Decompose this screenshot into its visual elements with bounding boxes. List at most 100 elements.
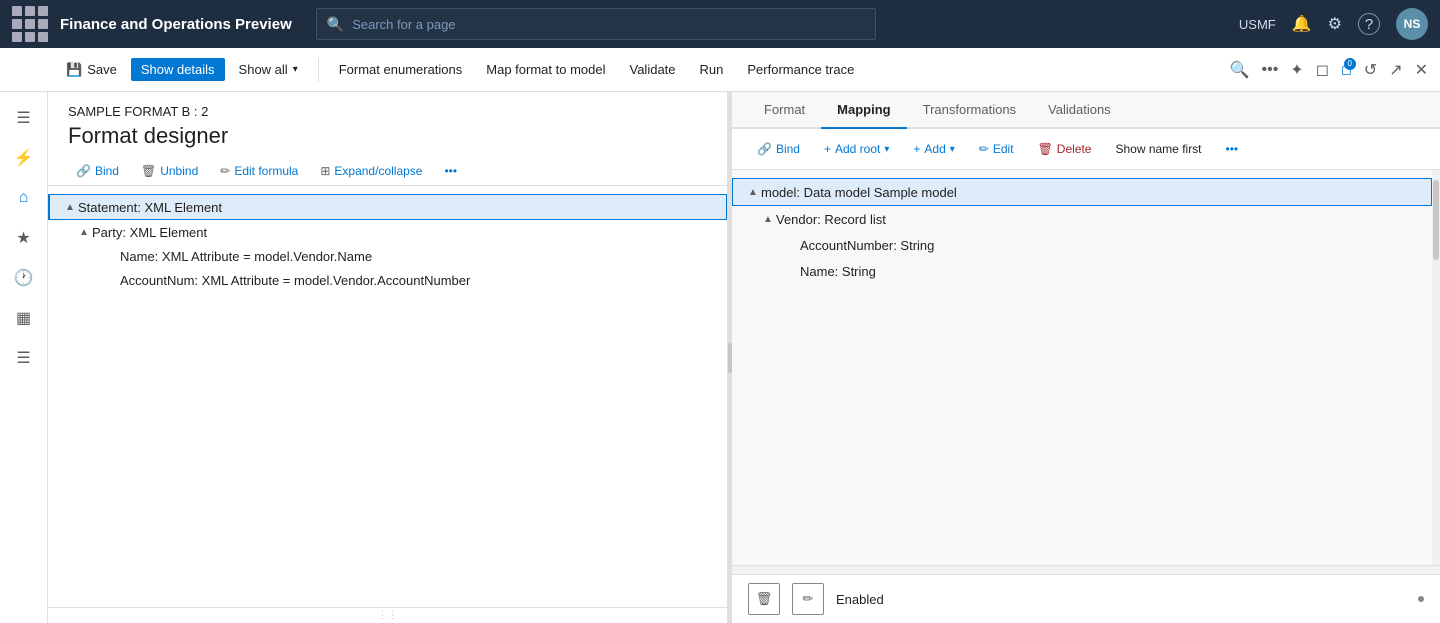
settings-icon[interactable]: ⚙ — [1328, 14, 1342, 34]
avatar[interactable]: NS — [1396, 8, 1428, 40]
search-bar[interactable]: 🔍 — [316, 8, 876, 40]
save-button[interactable]: 💾 Save — [56, 58, 127, 82]
refresh-icon[interactable]: ↺ — [1364, 60, 1377, 80]
open-external-icon[interactable]: ↗ — [1389, 60, 1402, 80]
more-dots-icon: ••• — [444, 164, 457, 178]
tree-toggle-icon — [104, 272, 120, 288]
tree-toggle-icon: ▲ — [76, 224, 92, 240]
validate-button[interactable]: Validate — [620, 58, 686, 81]
sidebar-menu-icon[interactable]: ☰ — [6, 100, 42, 136]
sidebar-home-icon[interactable]: ⌂ — [6, 180, 42, 216]
trash-bottom-icon: 🗑 — [756, 591, 773, 607]
mapping-toolbar: 🔗 Bind + Add root ▾ + Add ▾ ✏ Edit — [732, 129, 1440, 170]
map-format-button[interactable]: Map format to model — [476, 58, 615, 81]
app-title: Finance and Operations Preview — [60, 16, 292, 33]
help-icon[interactable]: ? — [1358, 13, 1380, 35]
add-root-button[interactable]: + Add root ▾ — [815, 137, 898, 161]
model-tree-item[interactable]: ▲ Vendor: Record list — [732, 206, 1432, 232]
more-icon: ••• — [1226, 142, 1239, 156]
toolbar: 💾 Save Show details Show all ▾ Format en… — [0, 48, 1440, 92]
edit-icon: ✏ — [979, 142, 989, 156]
model-tree-item[interactable]: AccountNumber: String — [732, 232, 1432, 258]
status-dot — [1418, 596, 1424, 602]
search-toolbar-icon[interactable]: 🔍 — [1230, 60, 1250, 80]
sidebar-modules-icon[interactable]: ☰ — [6, 340, 42, 376]
tree-item[interactable]: Name: XML Attribute = model.Vendor.Name — [48, 244, 727, 268]
right-panel: Format Mapping Transformations Validatio… — [732, 92, 1440, 623]
drag-handle[interactable]: ⋮⋮ — [48, 607, 727, 623]
add-root-chevron-icon: ▾ — [884, 144, 889, 155]
search-icon: 🔍 — [327, 16, 344, 33]
sidebar-workspaces-icon[interactable]: ▦ — [6, 300, 42, 336]
model-item-label: AccountNumber: String — [800, 238, 934, 253]
enabled-label: Enabled — [836, 592, 884, 607]
more-icon[interactable]: ••• — [1261, 61, 1278, 79]
bottom-bar: 🗑 ✏ Enabled — [732, 574, 1440, 623]
company-selector[interactable]: USMF — [1239, 17, 1276, 32]
add-chevron-icon: ▾ — [950, 144, 955, 155]
mapping-bind-button[interactable]: 🔗 Bind — [748, 137, 809, 161]
show-all-chevron-icon: ▾ — [293, 64, 298, 75]
sidebar-filter-icon[interactable]: ⚡ — [6, 140, 42, 176]
format-enumerations-button[interactable]: Format enumerations — [329, 58, 473, 81]
bind-button[interactable]: 🔗 Bind — [68, 161, 127, 181]
run-button[interactable]: Run — [690, 58, 734, 81]
breadcrumb-text: SAMPLE FORMAT B : 2 — [68, 104, 208, 119]
tree-item[interactable]: AccountNum: XML Attribute = model.Vendor… — [48, 268, 727, 292]
sidebar-recent-icon[interactable]: 🕐 — [6, 260, 42, 296]
tree-toggle-icon: ▲ — [62, 199, 78, 215]
expand-icon: ⊞ — [320, 164, 330, 178]
tab-mapping[interactable]: Mapping — [821, 92, 906, 129]
search-input[interactable] — [352, 17, 865, 32]
tree-item-label: Party: XML Element — [92, 225, 207, 240]
main-layout: ☰ ⚡ ⌂ ★ 🕐 ▦ ☰ SAMPLE FORMAT B : 2 Format… — [0, 92, 1440, 623]
add-icon: + — [913, 142, 920, 156]
tree-item-label: Statement: XML Element — [78, 200, 222, 215]
model-tree: ▲ model: Data model Sample model ▲ Vendo… — [732, 170, 1432, 565]
left-sidebar: ☰ ⚡ ⌂ ★ 🕐 ▦ ☰ — [0, 92, 48, 623]
model-tree-item[interactable]: Name: String — [732, 258, 1432, 284]
performance-trace-button[interactable]: Performance trace — [737, 58, 864, 81]
unbind-button[interactable]: 🗑 Unbind — [133, 161, 206, 181]
mapping-more-button[interactable]: ••• — [1217, 137, 1248, 161]
panel-resizer[interactable] — [728, 92, 732, 623]
tab-validations[interactable]: Validations — [1032, 92, 1127, 129]
model-tree-item[interactable]: ▲ model: Data model Sample model — [732, 178, 1432, 206]
edit-button[interactable]: ✏ Edit — [970, 137, 1023, 161]
connect-icon[interactable]: ✦ — [1290, 60, 1303, 80]
tree-area: ▲ Statement: XML Element ▲ Party: XML El… — [48, 186, 727, 607]
format-more-button[interactable]: ••• — [436, 161, 465, 181]
scrollbar-thumb[interactable] — [1433, 180, 1439, 260]
link-icon: 🔗 — [76, 164, 91, 178]
add-button[interactable]: + Add ▾ — [904, 137, 963, 161]
tree-item-label: Name: XML Attribute = model.Vendor.Name — [120, 249, 372, 264]
delete-icon: 🗑 — [1038, 142, 1053, 156]
tree-item[interactable]: ▲ Statement: XML Element — [48, 194, 727, 220]
delete-button[interactable]: 🗑 Delete — [1029, 137, 1101, 161]
tab-format[interactable]: Format — [748, 92, 821, 129]
top-nav: Finance and Operations Preview 🔍 USMF 🔔 … — [0, 0, 1440, 48]
edit-bottom-button[interactable]: ✏ — [792, 583, 824, 615]
pencil-icon: ✏ — [220, 164, 230, 178]
sidebar-favorites-icon[interactable]: ★ — [6, 220, 42, 256]
show-details-button[interactable]: Show details — [131, 58, 225, 81]
edit-formula-button[interactable]: ✏ Edit formula — [212, 161, 306, 181]
tab-transformations[interactable]: Transformations — [907, 92, 1032, 129]
delete-bottom-button[interactable]: 🗑 — [748, 583, 780, 615]
top-nav-right: USMF 🔔 ⚙ ? NS — [1239, 8, 1428, 40]
notifications-icon[interactable]: 🔔 — [1292, 14, 1312, 34]
model-toggle-icon — [784, 263, 800, 279]
tree-item[interactable]: ▲ Party: XML Element — [48, 220, 727, 244]
model-toggle-icon — [784, 237, 800, 253]
expand-collapse-button[interactable]: ⊞ Expand/collapse — [312, 161, 430, 181]
scrollbar[interactable] — [1432, 170, 1440, 565]
close-icon[interactable]: ✕ — [1415, 60, 1428, 80]
model-item-label: Vendor: Record list — [776, 212, 886, 227]
show-name-first-button[interactable]: Show name first — [1106, 137, 1210, 161]
show-all-button[interactable]: Show all ▾ — [229, 58, 308, 81]
pencil-bottom-icon: ✏ — [803, 591, 814, 607]
plus-icon: + — [824, 142, 831, 156]
apps-grid[interactable] — [12, 6, 48, 42]
notifications-badge-icon[interactable]: ◻0 — [1341, 62, 1352, 78]
bookmark-icon[interactable]: ◻ — [1316, 60, 1329, 80]
